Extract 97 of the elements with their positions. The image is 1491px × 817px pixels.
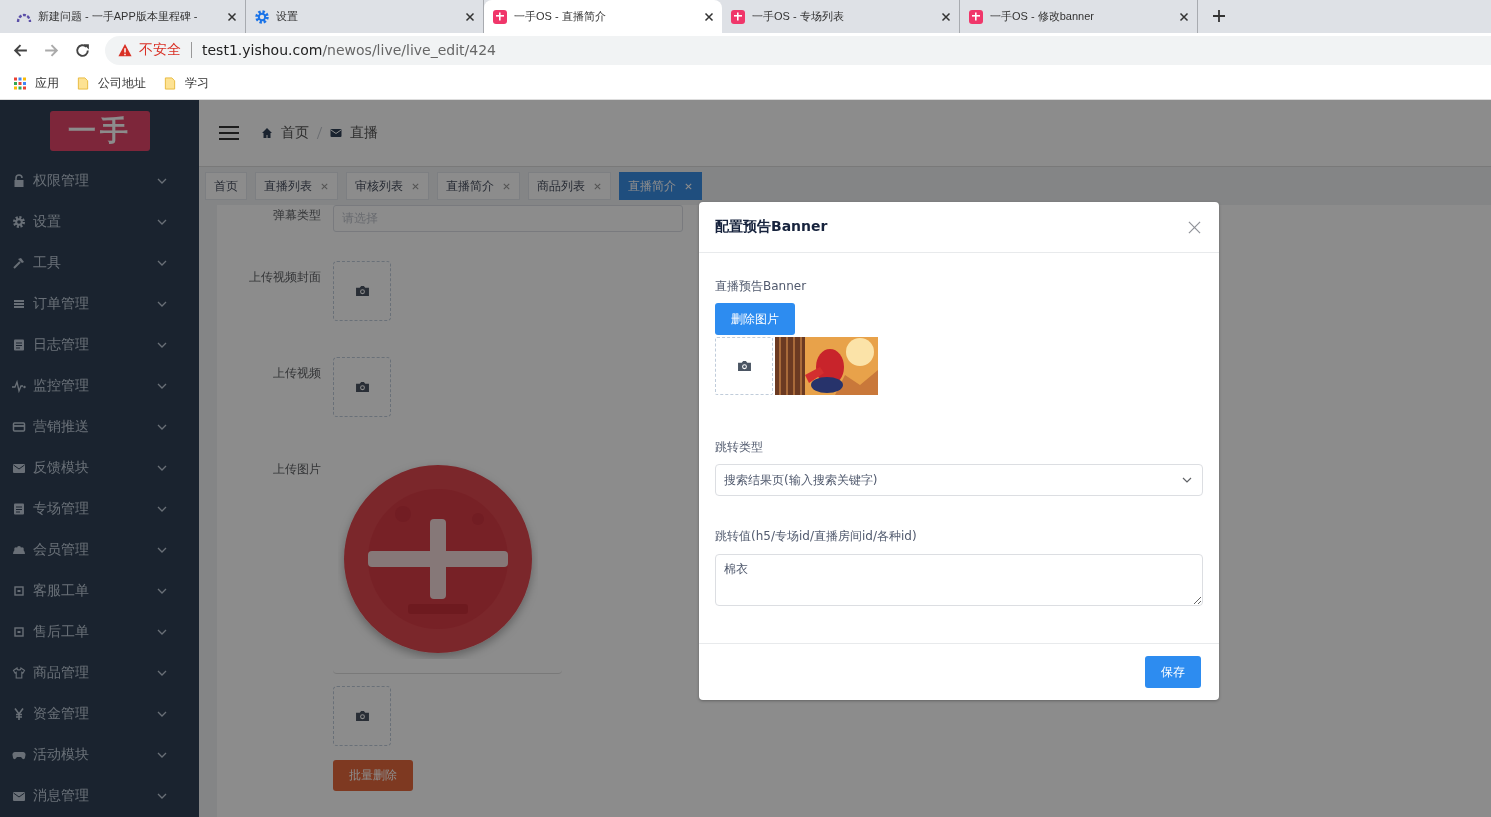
chevron-down-icon xyxy=(157,587,167,594)
chevron-down-icon xyxy=(157,341,167,348)
page-tab[interactable]: 直播列表 xyxy=(255,172,338,200)
upload-box[interactable] xyxy=(333,686,391,746)
reload-icon[interactable] xyxy=(74,41,91,59)
chevron-down-icon xyxy=(157,423,167,430)
sidebar-item[interactable]: 售后工单 xyxy=(0,611,199,652)
field-label: 跳转值(h5/专场id/直播房间id/各种id) xyxy=(715,528,917,545)
lock-icon xyxy=(12,173,26,188)
gear-icon xyxy=(254,8,270,25)
sidebar-item[interactable]: 消息管理 xyxy=(0,775,199,816)
app-icon xyxy=(492,8,508,25)
hammer-icon xyxy=(12,255,26,270)
select-field[interactable]: 搜索结果页(输入搜索关键字) xyxy=(715,464,1203,496)
sidebar-item[interactable]: 监控管理 xyxy=(0,365,199,406)
gear-icon xyxy=(12,214,26,229)
dialog-title: 配置预告Banner xyxy=(715,218,828,236)
sidebar-item[interactable]: 营销推送 xyxy=(0,406,199,447)
home-icon xyxy=(261,127,273,139)
chevron-down-icon xyxy=(157,218,167,225)
sidebar-item[interactable]: 设置 xyxy=(0,201,199,242)
chevron-down-icon xyxy=(157,505,167,512)
field-label: 直播预告Banner xyxy=(715,278,807,295)
card-icon xyxy=(12,419,26,434)
sidebar-item[interactable]: 日志管理 xyxy=(0,324,199,365)
breadcrumb-link[interactable]: 首页 xyxy=(261,124,309,142)
chevron-down-icon xyxy=(157,546,167,553)
chevron-down-icon xyxy=(157,669,167,676)
close-icon[interactable] xyxy=(1179,11,1189,22)
close-icon[interactable] xyxy=(227,11,237,22)
shirt-icon xyxy=(12,665,26,680)
camera-icon xyxy=(354,285,370,297)
apps-grid-icon xyxy=(14,76,26,90)
sidebar-item[interactable]: 商品管理 xyxy=(0,652,199,693)
pulse-icon xyxy=(12,378,26,393)
document-icon xyxy=(12,337,26,352)
sidebar-item[interactable]: 会员管理 xyxy=(0,529,199,570)
page-tab[interactable]: 审核列表 xyxy=(346,172,429,200)
camera-icon xyxy=(736,360,752,372)
field-label: 上传视频封面 xyxy=(248,269,322,286)
logo: 一手 xyxy=(49,111,150,151)
warning-icon xyxy=(117,42,133,58)
chevron-down-icon xyxy=(157,300,167,307)
chevron-down-icon xyxy=(157,792,167,799)
folder-icon xyxy=(164,76,176,90)
page-tab[interactable]: 商品列表 xyxy=(528,172,611,200)
sidebar-item[interactable]: 反馈模块 xyxy=(0,447,199,488)
save-button[interactable]: 保存 xyxy=(1145,656,1201,688)
close-icon[interactable] xyxy=(465,11,475,22)
field-label: 上传图片 xyxy=(272,461,322,478)
bookmark[interactable]: 应用 xyxy=(14,74,59,92)
bookmark[interactable]: 公司地址 xyxy=(77,74,146,92)
box-icon xyxy=(12,624,26,639)
app-icon xyxy=(968,8,984,25)
app-icon xyxy=(730,8,746,25)
breadcrumb-link[interactable]: 直播 xyxy=(330,124,378,142)
sidebar-item[interactable]: 订单管理 xyxy=(0,283,199,324)
page-tab[interactable]: 首页 xyxy=(205,172,247,200)
sidebar-item[interactable]: 客服工单 xyxy=(0,570,199,611)
sidebar-item[interactable]: 专场管理 xyxy=(0,488,199,529)
camera-icon xyxy=(354,381,370,393)
chevron-down-icon xyxy=(157,382,167,389)
page-tab[interactable]: 直播简介 xyxy=(437,172,520,200)
field-label: 上传视频 xyxy=(272,365,322,382)
chevron-down-icon xyxy=(157,628,167,635)
field-label: 跳转类型 xyxy=(715,439,763,456)
close-icon[interactable] xyxy=(941,11,951,22)
delete-image-button[interactable]: 删除图片 xyxy=(715,303,795,335)
batch-delete-button[interactable]: 批量删除 xyxy=(333,760,413,791)
bookmark[interactable]: 学习 xyxy=(164,74,209,92)
address-field[interactable]: 不安全 test1.yishou.com/newos/live/live_edit/424 xyxy=(105,35,1491,65)
close-icon[interactable] xyxy=(704,11,714,22)
camera-icon xyxy=(354,710,370,722)
sidebar-item[interactable]: 资金管理 xyxy=(0,693,199,734)
text-area[interactable]: 棉衣 xyxy=(715,554,1203,606)
browser-tab[interactable]: 一手OS - 直播简介 xyxy=(484,0,722,33)
field-label: 弹幕类型 xyxy=(272,207,322,224)
box-icon xyxy=(12,583,26,598)
chevron-down-icon xyxy=(157,259,167,266)
sidebar-item[interactable]: 工具 xyxy=(0,242,199,283)
sidebar-item[interactable]: 活动模块 xyxy=(0,734,199,775)
chevron-down-icon xyxy=(1182,477,1192,483)
chevron-down-icon xyxy=(157,751,167,758)
chevron-down-icon xyxy=(157,464,167,471)
document-icon xyxy=(12,501,26,516)
chevron-down-icon xyxy=(157,710,167,717)
upload-box[interactable] xyxy=(333,261,391,321)
menu-icon[interactable] xyxy=(219,125,239,141)
yen-icon xyxy=(12,706,26,721)
upload-box[interactable] xyxy=(715,337,773,395)
page-tab[interactable]: 直播简介 xyxy=(619,172,702,200)
upload-box[interactable] xyxy=(333,357,391,417)
plus-icon[interactable] xyxy=(1212,9,1226,23)
folder-icon xyxy=(77,76,89,90)
sidebar-item[interactable]: 权限管理 xyxy=(0,160,199,201)
mail-icon xyxy=(330,127,342,139)
chevron-down-icon xyxy=(157,177,167,184)
